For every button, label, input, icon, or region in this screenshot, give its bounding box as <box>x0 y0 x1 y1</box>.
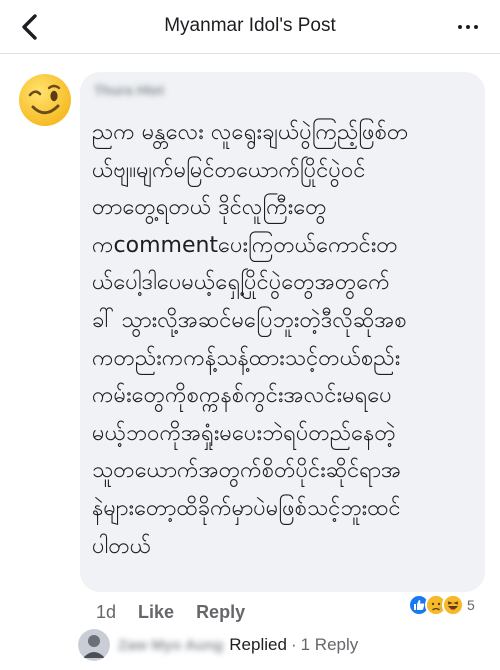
more-dot <box>466 25 470 29</box>
comment-line: ကတည်းကကန့်သန့်ထားသင့်တယ်စည်း <box>92 345 401 371</box>
comment-line: တာတွေ့ရတယ် ဒိုင်လူကြီးတွေ <box>92 195 327 221</box>
comment-line: ခါ် သွားလို့အဆင်မပြေဘူးတဲ့ဒီလိုဆိုအစ <box>92 307 407 333</box>
comment-line: ညက မန္တလေး လူရွေးချယ်ပွဲကြည့်ဖြစ်တ <box>92 120 409 145</box>
reaction-summary[interactable]: 5 <box>406 592 477 618</box>
top-bar: Myanmar Idol's Post <box>0 0 500 54</box>
more-dot <box>474 25 478 29</box>
like-button[interactable]: Like <box>138 602 174 623</box>
reply-button[interactable]: Reply <box>196 602 245 623</box>
separator: · <box>290 635 297 654</box>
avatar[interactable] <box>18 73 72 127</box>
comment-line: သူတယောက်အတွက်စိတ်ပိုင်းဆိုင်ရာအ <box>92 458 402 484</box>
comment-line: ပါတယ် <box>92 533 152 559</box>
comment-bubble: Thura Htet ညက မန္တလေး လူရွေးချယ်ပွဲကြည့်… <box>80 72 485 592</box>
comment-author[interactable]: Thura Htet <box>94 82 164 98</box>
replier-avatar <box>78 629 110 661</box>
haha-reaction-icon <box>442 594 464 616</box>
comment-line: ယ်ဗျ။မျက်မမြင်တယောက်ပြိုင်ပွဲဝင် <box>92 157 366 183</box>
comment-line: မယ့်ဘဝကိုအရှုံးမပေးဘဲရပ်တည်နေတဲ့ <box>92 420 396 446</box>
reply-summary[interactable]: Zaw Myo Aung Replied · 1 Reply <box>78 628 358 662</box>
comment-line: ယ်ပေါ့ဒါပေမယ့်ရှေ့ပြိုင်ပွဲတွေအတွက်ေ <box>92 270 390 296</box>
comment-line: ကမ်းတွေကိုစက္ကနစ်ကွင်းအလင်းမရပေ <box>92 383 392 409</box>
comment-text: ညက မန္တလေး လူရွေးချယ်ပွဲကြည့်ဖြစ်တ ယ်ဗျ။… <box>92 114 482 565</box>
more-horizontal-icon <box>458 25 462 29</box>
comment-line: ကcommentပေးကြတယ်ကောင်းတ <box>92 232 398 258</box>
comment-line: နဲများတော့ထိခိုက်မှာပဲမဖြစ်သင့်ဘူးထင် <box>92 495 401 521</box>
winking-face-emoji-icon <box>19 74 71 126</box>
view-replies-link[interactable]: 1 Reply <box>301 635 359 655</box>
reaction-count: 5 <box>467 597 475 613</box>
page-title: Myanmar Idol's Post <box>164 15 336 36</box>
more-options-button[interactable] <box>450 12 486 42</box>
replied-label: Replied <box>229 635 287 654</box>
comment-actions: 1d Like Reply <box>96 600 245 624</box>
replier-name[interactable]: Zaw Myo Aung <box>118 637 223 654</box>
comment-timestamp[interactable]: 1d <box>96 602 116 623</box>
